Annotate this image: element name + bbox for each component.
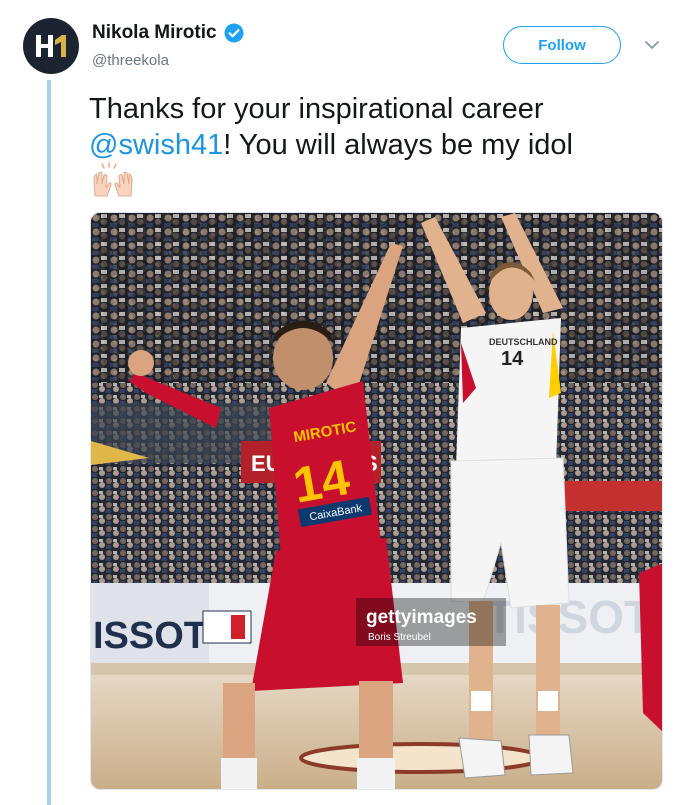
tweet-text-part: ! You will always be my idol — [223, 129, 574, 161]
tweet-photo[interactable]: EU S ISSOT TISSOT MIROTIC 14 CaixaBank — [90, 212, 663, 790]
author-name-row: Nikola Mirotic — [92, 22, 244, 44]
mention-link[interactable]: @swish41 — [89, 129, 223, 161]
thread-line — [47, 80, 51, 805]
avatar[interactable] — [23, 18, 79, 74]
right-player-number: 14 — [501, 348, 524, 370]
verified-badge-icon — [224, 23, 244, 43]
tweet-text: Thanks for your inspirational career @sw… — [89, 91, 669, 163]
basketball-photo-image: EU S ISSOT TISSOT MIROTIC 14 CaixaBank — [91, 213, 662, 789]
getty-watermark: gettyimages — [366, 607, 477, 628]
h1-logo-icon — [36, 35, 66, 57]
photographer-credit: Boris Streubel — [368, 632, 431, 643]
follow-button[interactable]: Follow — [503, 26, 621, 64]
display-name[interactable]: Nikola Mirotic — [92, 22, 217, 44]
user-handle[interactable]: @threekola — [92, 52, 169, 69]
raised-hands-emoji-icon — [91, 162, 135, 203]
board-left-text: ISSOT — [93, 615, 207, 657]
chevron-down-icon[interactable] — [643, 38, 661, 52]
tweet-text-part: Thanks for your inspirational career — [89, 93, 544, 125]
right-player-team: DEUTSCHLAND — [489, 337, 558, 347]
